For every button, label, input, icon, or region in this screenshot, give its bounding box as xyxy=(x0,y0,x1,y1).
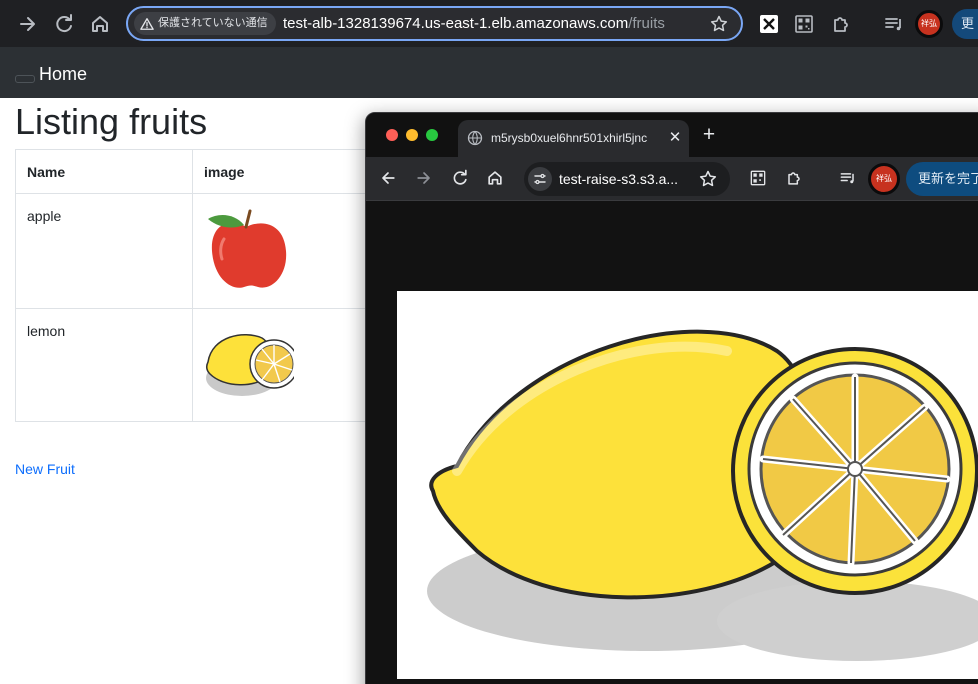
back-icon[interactable] xyxy=(378,168,398,188)
popup-toolbar: test-raise-s3.s3.a... 祥弘 更新を完了 xyxy=(366,157,978,201)
qr-code-icon[interactable] xyxy=(792,12,816,36)
reload-icon[interactable] xyxy=(52,12,76,36)
window-maximize-button[interactable] xyxy=(426,129,438,141)
tab-close-icon[interactable]: ✕ xyxy=(666,129,684,147)
profile-avatar[interactable]: 祥弘 xyxy=(868,163,900,195)
update-button[interactable]: 更新を完了 xyxy=(906,162,978,196)
forward-icon[interactable] xyxy=(16,12,40,36)
globe-icon xyxy=(467,130,483,146)
browser-toolbar: 保護されていない通信 test-alb-1328139674.us-east-1… xyxy=(0,0,978,47)
x-extension-icon[interactable] xyxy=(757,12,781,36)
lemon-full-image xyxy=(397,291,978,679)
url-text[interactable]: test-alb-1328139674.us-east-1.elb.amazon… xyxy=(283,15,665,32)
bookmark-star-icon[interactable] xyxy=(698,169,718,189)
url-path: /fruits xyxy=(628,15,665,32)
fruits-table: Name image apple lemon xyxy=(15,149,393,422)
lemon-image xyxy=(205,334,294,396)
popup-url-text[interactable]: test-raise-s3.s3.a... xyxy=(559,171,678,187)
fruit-image-cell xyxy=(192,193,393,309)
popup-browser-window: m5rysb0xuel6hnr501xhirl5jnc ✕ + test-rai… xyxy=(365,112,978,684)
address-bar[interactable]: 保護されていない通信 test-alb-1328139674.us-east-1… xyxy=(126,6,743,41)
media-playlist-icon[interactable] xyxy=(882,12,906,36)
column-header-name: Name xyxy=(15,149,193,194)
forward-icon[interactable] xyxy=(414,168,434,188)
table-row: apple xyxy=(15,193,393,309)
update-button[interactable]: 更 xyxy=(952,9,978,39)
popup-tabstrip: m5rysb0xuel6hnr501xhirl5jnc ✕ + xyxy=(366,113,978,157)
popup-viewport xyxy=(366,201,978,684)
fruit-image-cell xyxy=(192,308,393,422)
security-chip-label: 保護されていない通信 xyxy=(158,17,268,29)
popup-tab[interactable]: m5rysb0xuel6hnr501xhirl5jnc ✕ xyxy=(458,120,689,157)
table-row: lemon xyxy=(15,308,393,422)
app-navbar: Home xyxy=(0,47,978,98)
security-chip[interactable]: 保護されていない通信 xyxy=(134,12,276,35)
home-icon[interactable] xyxy=(88,12,112,36)
media-playlist-icon[interactable] xyxy=(838,168,858,188)
new-tab-plus-icon[interactable]: + xyxy=(699,124,719,145)
page-title: Listing fruits xyxy=(15,101,208,142)
extensions-puzzle-icon[interactable] xyxy=(784,168,804,188)
site-settings-tune-icon[interactable] xyxy=(528,167,552,191)
home-link[interactable]: Home xyxy=(39,64,87,85)
window-close-button[interactable] xyxy=(386,129,398,141)
new-fruit-link[interactable]: New Fruit xyxy=(15,461,75,477)
apple-image xyxy=(208,209,287,288)
extensions-puzzle-icon[interactable] xyxy=(829,12,853,36)
fruit-name-cell: lemon xyxy=(15,308,193,422)
qr-code-icon[interactable] xyxy=(748,168,768,188)
reload-icon[interactable] xyxy=(450,168,470,188)
warning-icon xyxy=(140,17,154,30)
profile-avatar[interactable]: 祥弘 xyxy=(915,10,943,38)
bookmark-star-icon[interactable] xyxy=(709,14,729,34)
window-minimize-button[interactable] xyxy=(406,129,418,141)
table-header-row: Name image xyxy=(15,149,393,194)
url-host: test-alb-1328139674.us-east-1.elb.amazon… xyxy=(283,15,629,32)
home-icon[interactable] xyxy=(485,168,505,188)
fruit-name-cell: apple xyxy=(15,193,193,309)
tab-title: m5rysb0xuel6hnr501xhirl5jnc xyxy=(491,131,648,145)
popup-address-bar[interactable]: test-raise-s3.s3.a... xyxy=(524,162,730,196)
column-header-image: image xyxy=(192,149,393,194)
navbar-toggler[interactable] xyxy=(15,75,35,83)
